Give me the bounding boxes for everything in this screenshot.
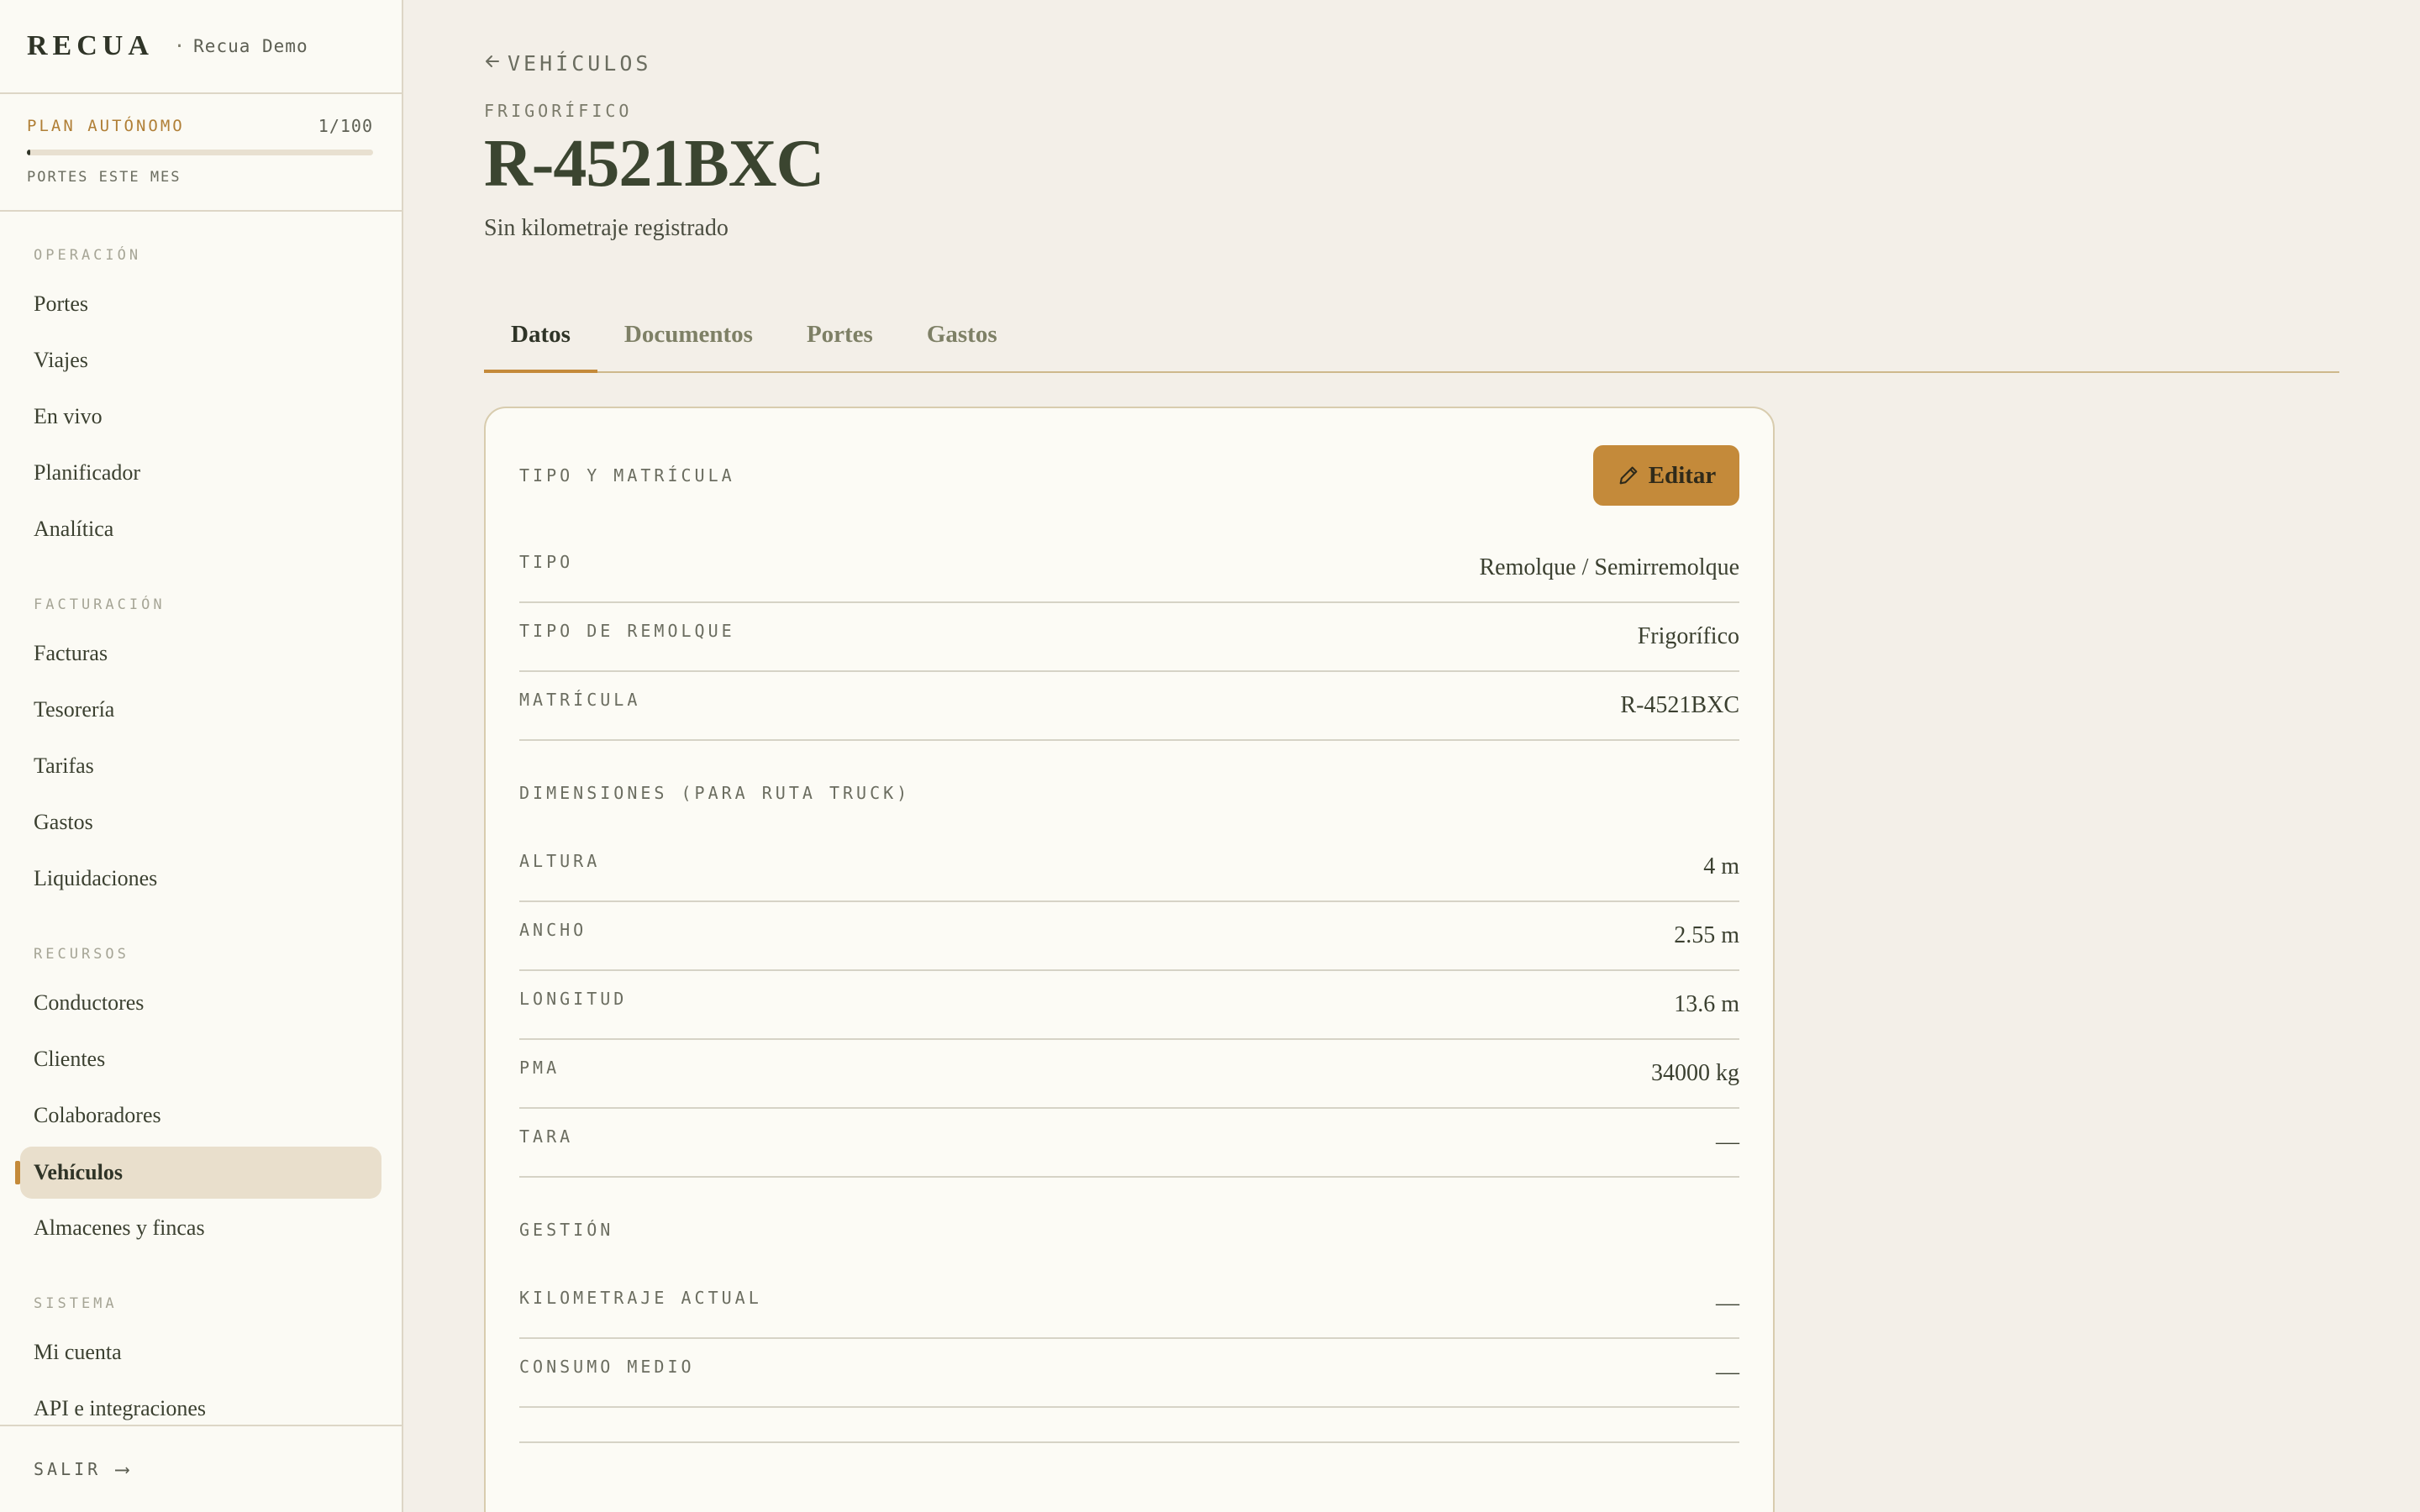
logout-label: SALIR — [34, 1459, 102, 1479]
sidebar-item-clientes[interactable]: Clientes — [0, 1032, 402, 1089]
tab-gastos[interactable]: Gastos — [900, 311, 1024, 373]
sidebar-item-mi-cuenta[interactable]: Mi cuenta — [0, 1326, 402, 1382]
field-label: MATRÍCULA — [519, 690, 641, 710]
brand-separator: · — [173, 35, 186, 57]
sidebar-item-tesoreria[interactable]: Tesorería — [0, 683, 402, 739]
field-row-tipo: TIPO Remolque / Semirremolque — [519, 534, 1739, 603]
field-label: ANCHO — [519, 920, 587, 940]
sidebar-item-colaboradores[interactable]: Colaboradores — [0, 1089, 402, 1145]
section-title-gestion: GESTIÓN — [519, 1220, 614, 1240]
edit-button[interactable]: Editar — [1593, 445, 1739, 506]
logout-button[interactable]: SALIR ⟶ — [0, 1425, 403, 1512]
field-label: PMA — [519, 1058, 560, 1078]
plan-name: PLAN AUTÓNOMO — [27, 117, 185, 135]
pencil-icon — [1619, 466, 1638, 485]
plan-count: 1/100 — [318, 116, 373, 136]
tab-documentos[interactable]: Documentos — [597, 311, 780, 373]
field-row-pma: PMA 34000 kg — [519, 1040, 1739, 1109]
sidebar-nav: OPERACIÓN Portes Viajes En vivo Planific… — [0, 212, 402, 1438]
tab-portes[interactable]: Portes — [780, 311, 900, 373]
field-row-kilometraje: KILOMETRAJE ACTUAL — — [519, 1270, 1739, 1339]
field-value: — — [1716, 1290, 1739, 1316]
field-row-altura: ALTURA 4 m — [519, 833, 1739, 902]
field-label: TIPO DE REMOLQUE — [519, 621, 735, 641]
field-row-tipo-remolque: TIPO DE REMOLQUE Frigorífico — [519, 603, 1739, 672]
plan-progress-bar — [27, 150, 373, 155]
field-value: 2.55 m — [1674, 922, 1739, 948]
field-value: 34000 kg — [1651, 1060, 1739, 1086]
organization-name: Recua Demo — [193, 36, 308, 56]
back-link-label: VEHÍCULOS — [508, 50, 652, 76]
section-title-dimensiones: DIMENSIONES (PARA RUTA TRUCK) — [519, 783, 911, 803]
field-row-consumo: CONSUMO MEDIO — — [519, 1339, 1739, 1408]
nav-section-operacion: OPERACIÓN — [34, 247, 142, 264]
sidebar-item-gastos[interactable]: Gastos — [0, 795, 402, 852]
field-label: TARA — [519, 1126, 574, 1147]
sidebar-item-almacenes[interactable]: Almacenes y fincas — [0, 1201, 402, 1257]
sidebar-item-conductores[interactable]: Conductores — [0, 976, 402, 1032]
sidebar: RECUA · Recua Demo PLAN AUTÓNOMO 1/100 P… — [0, 0, 403, 1512]
tab-bar: Datos Documentos Portes Gastos — [484, 311, 2339, 373]
field-label: KILOMETRAJE ACTUAL — [519, 1288, 762, 1308]
plan-label: PORTES ESTE MES — [27, 169, 182, 186]
field-row-tara: TARA — — [519, 1109, 1739, 1178]
sidebar-item-en-vivo[interactable]: En vivo — [0, 390, 402, 446]
nav-section-facturacion: FACTURACIÓN — [34, 596, 166, 613]
field-value: 4 m — [1703, 853, 1739, 879]
field-value: Frigorífico — [1637, 623, 1739, 649]
vehicle-category: FRIGORÍFICO — [484, 101, 633, 121]
sidebar-item-viajes[interactable]: Viajes — [0, 333, 402, 390]
sidebar-item-vehiculos[interactable]: Vehículos — [15, 1147, 381, 1199]
sidebar-item-portes[interactable]: Portes — [0, 277, 402, 333]
section-title-tipo: TIPO Y MATRÍCULA — [519, 465, 735, 486]
field-label: ALTURA — [519, 851, 601, 871]
field-row-longitud: LONGITUD 13.6 m — [519, 971, 1739, 1040]
sidebar-item-tarifas[interactable]: Tarifas — [0, 739, 402, 795]
arrow-left-icon — [484, 50, 501, 76]
edit-button-label: Editar — [1648, 461, 1717, 489]
field-row-matricula: MATRÍCULA R-4521BXC — [519, 672, 1739, 741]
brand: RECUA · Recua Demo — [0, 0, 402, 94]
arrow-right-icon: ⟶ — [116, 1457, 129, 1481]
divider — [519, 1408, 1739, 1443]
back-link[interactable]: VEHÍCULOS — [484, 50, 651, 76]
nav-section-recursos: RECURSOS — [34, 946, 129, 963]
brand-logo[interactable]: RECUA — [27, 30, 154, 62]
field-label: TIPO — [519, 552, 574, 572]
vehicle-details-card: TIPO Y MATRÍCULA Editar TIPO Remolque / … — [484, 407, 1775, 1512]
field-value: 13.6 m — [1674, 991, 1739, 1017]
field-value: Remolque / Semirremolque — [1479, 554, 1740, 580]
field-value: — — [1716, 1359, 1739, 1385]
field-value: R-4521BXC — [1620, 692, 1739, 718]
plan-progress-fill — [27, 150, 31, 155]
sidebar-item-analitica[interactable]: Analítica — [0, 502, 402, 559]
page-subtitle: Sin kilometraje registrado — [484, 215, 729, 241]
sidebar-item-planificador[interactable]: Planificador — [0, 446, 402, 502]
tab-datos[interactable]: Datos — [484, 311, 597, 373]
field-label: CONSUMO MEDIO — [519, 1357, 695, 1377]
nav-section-sistema: SISTEMA — [34, 1295, 118, 1312]
field-row-ancho: ANCHO 2.55 m — [519, 902, 1739, 971]
field-label: LONGITUD — [519, 989, 628, 1009]
page-title: R-4521BXC — [484, 127, 824, 201]
sidebar-item-facturas[interactable]: Facturas — [0, 627, 402, 683]
field-value: — — [1716, 1129, 1739, 1155]
plan-usage: PLAN AUTÓNOMO 1/100 PORTES ESTE MES — [0, 94, 402, 212]
sidebar-item-liquidaciones[interactable]: Liquidaciones — [0, 852, 402, 908]
